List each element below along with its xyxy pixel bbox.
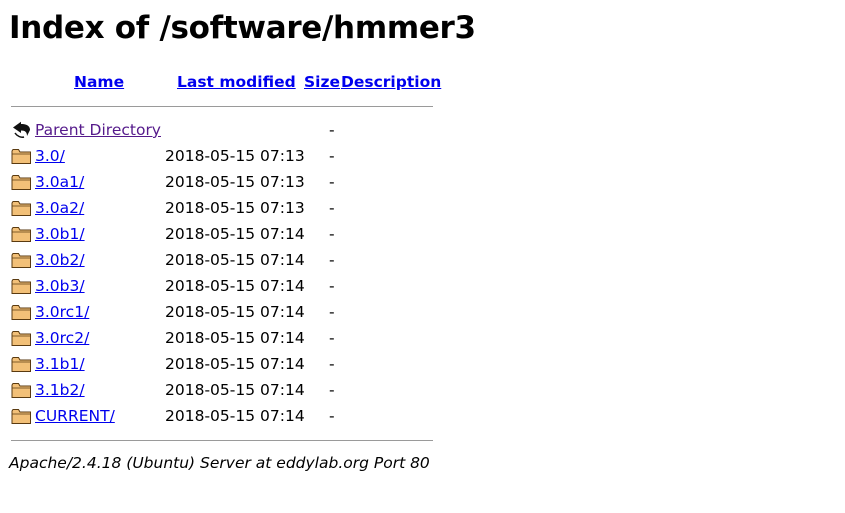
folder-icon	[11, 407, 32, 425]
size-value: -	[329, 121, 335, 139]
sort-by-last-modified-link[interactable]: Last modified	[177, 73, 296, 91]
size-value: -	[329, 251, 335, 269]
directory-link[interactable]: 3.0b1/	[35, 225, 85, 243]
header-divider	[11, 106, 433, 107]
directory-link[interactable]: 3.1b1/	[35, 355, 85, 373]
last-modified-value: 2018-05-15 07:14	[165, 329, 305, 347]
footer-divider	[11, 440, 433, 441]
directory-link[interactable]: 3.0a2/	[35, 199, 84, 217]
folder-icon	[11, 329, 32, 347]
last-modified-value: 2018-05-15 07:13	[165, 173, 305, 191]
last-modified-value: 2018-05-15 07:14	[165, 277, 305, 295]
last-modified-value: 2018-05-15 07:14	[165, 407, 305, 425]
last-modified-value: 2018-05-15 07:14	[165, 251, 305, 269]
size-value: -	[329, 381, 335, 399]
folder-icon	[11, 381, 32, 399]
table-row: 3.0a1/2018-05-15 07:13 -	[8, 170, 436, 196]
directory-link[interactable]: 3.0/	[35, 147, 65, 165]
table-row: 3.0/2018-05-15 07:13 -	[8, 144, 436, 170]
table-row: 3.0a2/2018-05-15 07:13 -	[8, 196, 436, 222]
sort-by-description-link[interactable]: Description	[341, 73, 441, 91]
size-value: -	[329, 225, 335, 243]
parent-directory-row: Parent Directory -	[8, 118, 436, 144]
size-value: -	[329, 329, 335, 347]
size-value: -	[329, 407, 335, 425]
last-modified-value: 2018-05-15 07:13	[165, 147, 305, 165]
sort-by-size-link[interactable]: Size	[304, 73, 340, 91]
last-modified-value: 2018-05-15 07:14	[165, 355, 305, 373]
directory-link[interactable]: 3.0rc2/	[35, 329, 89, 347]
sort-by-name-link[interactable]: Name	[74, 73, 124, 91]
server-signature: Apache/2.4.18 (Ubuntu) Server at eddylab…	[9, 454, 430, 472]
last-modified-value: 2018-05-15 07:14	[165, 381, 305, 399]
last-modified-value: 2018-05-15 07:14	[165, 303, 305, 321]
folder-icon	[11, 251, 32, 269]
size-value: -	[329, 355, 335, 373]
directory-listing: Name Last modified Size Description Pare…	[8, 68, 441, 441]
table-row: 3.1b2/2018-05-15 07:14 -	[8, 378, 436, 404]
directory-link[interactable]: 3.0b3/	[35, 277, 85, 295]
size-value: -	[329, 277, 335, 295]
page-title: Index of /software/hmmer3	[9, 10, 476, 46]
table-row: 3.0rc1/2018-05-15 07:14 -	[8, 300, 436, 326]
size-value: -	[329, 199, 335, 217]
folder-icon	[11, 277, 32, 295]
table-row: 3.0rc2/2018-05-15 07:14 -	[8, 326, 436, 352]
size-value: -	[329, 303, 335, 321]
folder-icon	[11, 173, 32, 191]
table-row: 3.0b3/2018-05-15 07:14 -	[8, 274, 436, 300]
table-row: CURRENT/2018-05-15 07:14 -	[8, 404, 436, 430]
last-modified-value: 2018-05-15 07:14	[165, 225, 305, 243]
last-modified-value: 2018-05-15 07:13	[165, 199, 305, 217]
folder-icon	[11, 303, 32, 321]
directory-link[interactable]: CURRENT/	[35, 407, 115, 425]
folder-icon	[11, 355, 32, 373]
directory-link[interactable]: 3.0b2/	[35, 251, 85, 269]
back-icon	[11, 121, 32, 139]
directory-link[interactable]: 3.0rc1/	[35, 303, 89, 321]
parent-directory-link[interactable]: Parent Directory	[35, 121, 161, 139]
size-value: -	[329, 147, 335, 165]
size-value: -	[329, 173, 335, 191]
directory-link[interactable]: 3.1b2/	[35, 381, 85, 399]
table-row: 3.0b1/2018-05-15 07:14 -	[8, 222, 436, 248]
folder-icon	[11, 225, 32, 243]
folder-icon	[11, 199, 32, 217]
table-row: 3.1b1/2018-05-15 07:14 -	[8, 352, 436, 378]
directory-link[interactable]: 3.0a1/	[35, 173, 84, 191]
listing-header: Name Last modified Size Description	[8, 68, 441, 100]
folder-icon	[11, 147, 32, 165]
table-row: 3.0b2/2018-05-15 07:14 -	[8, 248, 436, 274]
